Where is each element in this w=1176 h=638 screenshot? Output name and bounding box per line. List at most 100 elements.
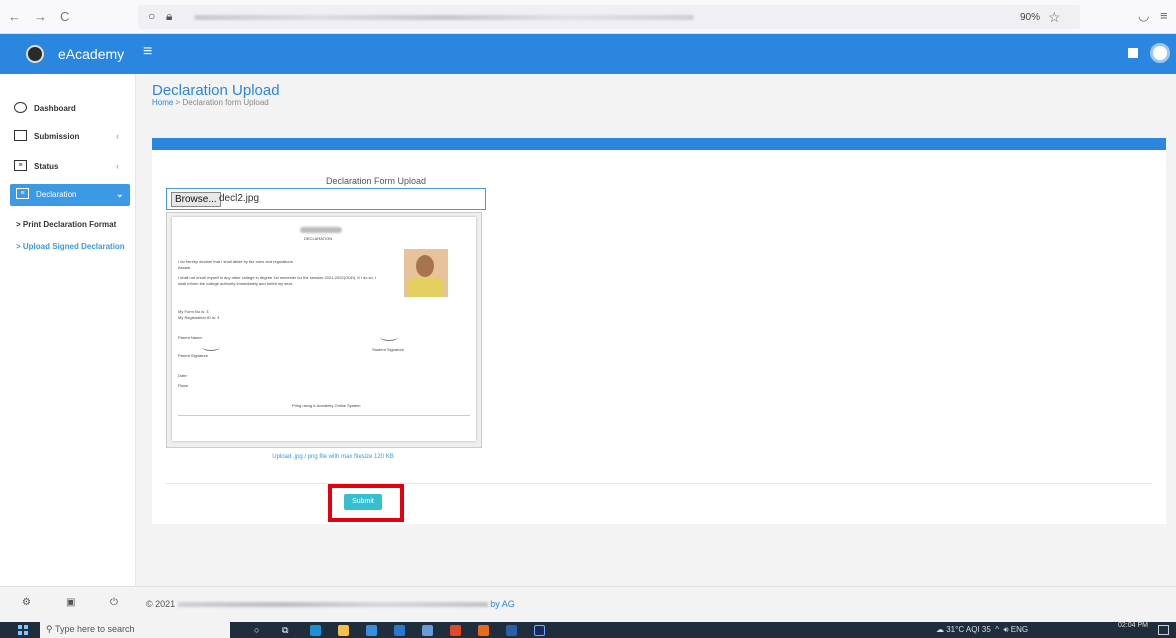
copyright-credit[interactable]: by AG [490, 599, 515, 609]
app-icon[interactable] [450, 625, 461, 636]
copyright-redacted [177, 602, 488, 608]
document-student-signature: Student Signature [372, 347, 405, 352]
weather-icon: ☁ [936, 625, 944, 634]
document-heading: DECLARATION [304, 236, 333, 241]
sidebar-item-label: Dashboard [34, 104, 76, 113]
document-date: Date: [178, 373, 188, 378]
app-header: eAcademy ≡ [0, 34, 1176, 74]
taskbar-search[interactable]: ⚲ Type here to search [40, 622, 230, 638]
chevron-left-icon: ‹ [116, 131, 119, 141]
document-divider [178, 415, 470, 416]
document-para2b: shall inform the college authority immed… [178, 281, 293, 286]
edge-icon[interactable] [310, 625, 321, 636]
photoshop-icon[interactable] [534, 625, 545, 636]
document-para2: I shall not enroll myself in any other c… [178, 275, 377, 280]
copyright-prefix: © 2021 [146, 599, 176, 609]
sidebar-item-submission[interactable]: Submission ‹ [0, 126, 136, 148]
document-para1: I do hereby declare that I shall abide b… [178, 259, 293, 264]
pocket-icon[interactable]: ◡ [1138, 8, 1149, 24]
breadcrumb: Home > Declaration form Upload [152, 98, 269, 107]
clock[interactable]: 02:04 PM [1118, 622, 1148, 630]
upload-hint: Upload .jpg / png file with max filesize… [272, 454, 394, 460]
document-form-no: My Form No is: 3 [178, 309, 209, 314]
file-input[interactable]: Browse... decl2.jpg [166, 188, 486, 210]
store-icon[interactable] [366, 625, 377, 636]
browser-toolbar: ← → C ○ 🔒︎ 90% ☆ ◡ ≡ [0, 0, 1176, 34]
page-info-icon[interactable]: ○ [148, 9, 155, 23]
tray-chevron-icon: ^ [993, 625, 1002, 634]
sidebar-subitem-upload-declaration[interactable]: > Upload Signed Declaration [16, 242, 125, 251]
document-parent-name: Parent Name: [178, 335, 203, 340]
sidebar-item-dashboard[interactable]: Dashboard [0, 98, 136, 120]
selected-file-name: decl2.jpg [219, 193, 260, 204]
forward-icon[interactable]: → [34, 9, 47, 24]
parent-signature-mark [202, 343, 220, 351]
upload-form-label: Declaration Form Upload [325, 176, 427, 186]
sidebar-item-label: Declaration [36, 190, 77, 199]
logo-icon [26, 45, 44, 63]
breadcrumb-home[interactable]: Home [152, 98, 173, 107]
flag-icon[interactable] [1128, 48, 1138, 58]
sidebar: Dashboard Submission ‹ ≡ Status ‹ ≡ Decl… [0, 74, 136, 586]
document-place: Place: [178, 383, 190, 388]
cortana-icon[interactable]: ○ [254, 625, 265, 636]
dashboard-icon [14, 102, 27, 113]
taskbar-search-placeholder: Type here to search [54, 624, 135, 634]
power-icon[interactable]: ⏻ [110, 597, 118, 608]
word-icon[interactable] [506, 625, 517, 636]
mail-icon[interactable] [394, 625, 405, 636]
weather-text: 31°C AQI 35 [946, 625, 991, 634]
hamburger-icon[interactable]: ≡ [143, 43, 152, 61]
settings-icon[interactable]: ⚙ [22, 597, 31, 608]
list-icon: ≡ [14, 160, 27, 171]
sidebar-subitem-print-declaration[interactable]: > Print Declaration Format [16, 220, 116, 229]
sidebar-item-label: Submission [34, 132, 80, 141]
image-preview: DECLARATION I do hereby declare that I s… [166, 212, 482, 448]
os-taskbar: ⚲ Type here to search ○ ⧉ ☁ 31°C AQI 35 … [0, 622, 1176, 638]
copyright: © 2021 by AG [146, 599, 515, 609]
sidebar-item-declaration[interactable]: ≡ Declaration ⌄ [10, 184, 130, 206]
document-parent-signature: Parent Signature [178, 353, 209, 358]
bookmark-star-icon[interactable]: ☆ [1048, 9, 1061, 26]
page-title: Declaration Upload [152, 82, 280, 99]
student-signature-mark [380, 333, 398, 341]
brand-name[interactable]: eAcademy [58, 46, 124, 62]
reload-icon[interactable]: C [60, 9, 69, 24]
address-bar[interactable]: ○ 🔒︎ [138, 5, 1080, 29]
document-para1b: Assam. [178, 265, 192, 270]
id-card-icon [14, 130, 27, 141]
document-reg-id: My Registration ID is: 3 [178, 315, 220, 320]
lock-icon[interactable]: 🔒︎ [166, 9, 172, 24]
windows-start-icon[interactable] [18, 625, 28, 635]
document-footer: Pring using e-Academy Online System [292, 403, 361, 408]
upload-card: Declaration Form Upload Browse... decl2.… [152, 138, 1166, 524]
chevron-down-icon: ⌄ [116, 189, 124, 199]
sidebar-item-status[interactable]: ≡ Status ‹ [0, 156, 136, 178]
back-icon[interactable]: ← [8, 9, 21, 24]
form-divider [166, 483, 1152, 484]
breadcrumb-separator: > [175, 98, 181, 107]
app-menu-icon[interactable]: ≡ [1160, 8, 1168, 23]
chevron-left-icon: ‹ [116, 161, 119, 171]
system-tray[interactable]: ☁ 31°C AQI 35 ^ 🔊︎ ENG [936, 625, 1028, 635]
breadcrumb-current: Declaration form Upload [182, 98, 269, 107]
zoom-level[interactable]: 90% [1020, 12, 1040, 23]
declaration-document-image: DECLARATION I do hereby declare that I s… [172, 217, 476, 441]
app-icon[interactable] [422, 625, 433, 636]
search-icon: ⚲ [46, 624, 53, 634]
url-redacted [194, 15, 694, 20]
page-footer: ⚙ ▣ ⏻ © 2021 by AG [0, 586, 1176, 622]
file-explorer-icon[interactable] [338, 625, 349, 636]
firefox-icon[interactable] [478, 625, 489, 636]
notification-icon[interactable] [1158, 625, 1169, 635]
user-avatar-icon[interactable] [1150, 43, 1170, 63]
list-icon: ≡ [16, 188, 29, 199]
language: ENG [1010, 625, 1029, 634]
screen-icon[interactable]: ▣ [66, 597, 75, 608]
task-view-icon[interactable]: ⧉ [282, 625, 293, 636]
submit-button[interactable]: Submit [344, 494, 382, 510]
document-logo [300, 227, 342, 233]
volume-icon: 🔊︎ [1003, 625, 1009, 634]
student-photo [404, 249, 448, 297]
browse-button[interactable]: Browse... [171, 192, 221, 207]
